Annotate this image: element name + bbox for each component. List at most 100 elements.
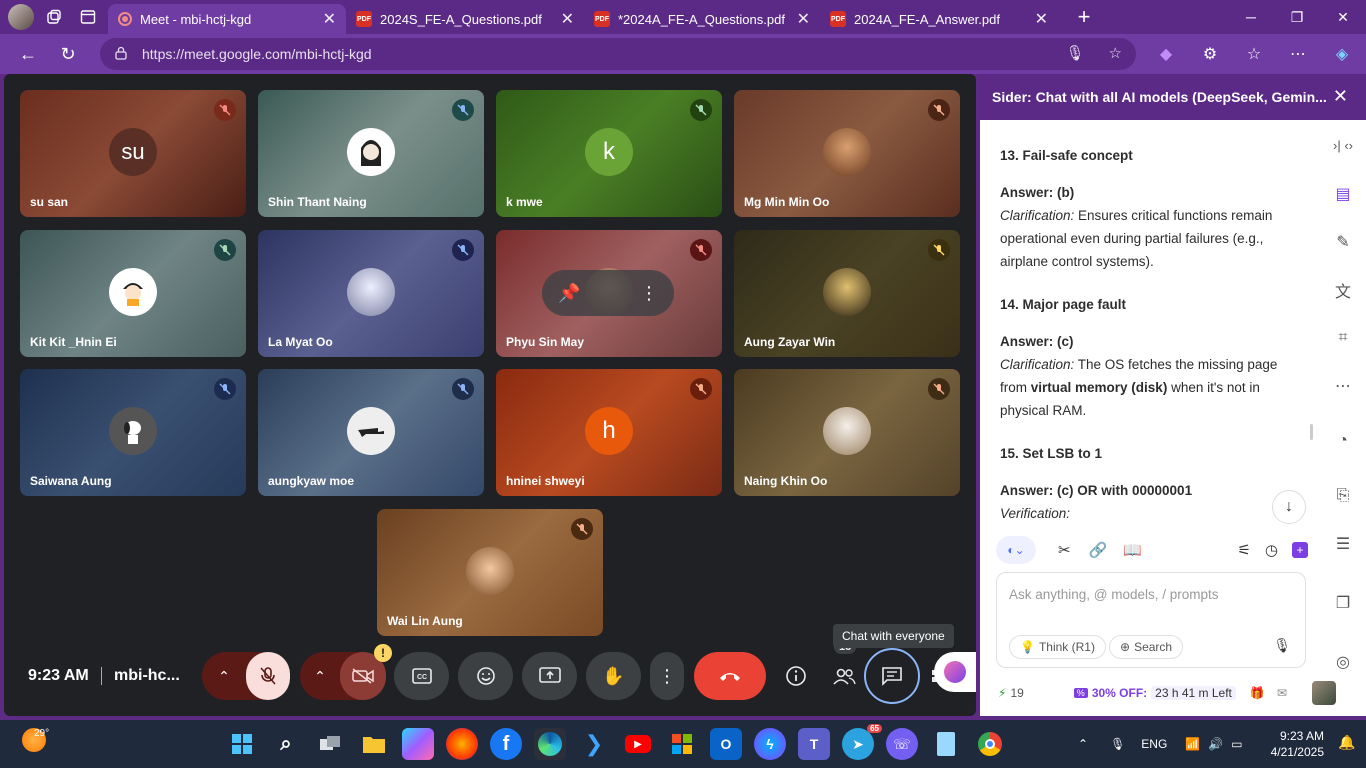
ocr-scan-icon[interactable]: ⌗ [1320, 314, 1366, 362]
captions-button[interactable]: CC [394, 652, 449, 700]
show-hidden-icons[interactable]: ⌃ [1078, 737, 1088, 751]
profile-avatar[interactable] [8, 4, 34, 30]
close-window-icon[interactable]: ✕ [1320, 0, 1366, 34]
url-bar[interactable]: https://meet.google.com/mbi-hctj-kgd 🎙 ☆ [100, 38, 1136, 70]
participant-tile[interactable]: su su san [20, 90, 246, 217]
close-icon[interactable]: ✕ [1035, 9, 1048, 29]
battery-icon[interactable]: ▭ [1231, 737, 1242, 751]
chat-icon[interactable]: ▤ [1320, 170, 1366, 218]
leave-call-button[interactable] [694, 652, 766, 700]
close-icon[interactable]: ✕ [1333, 86, 1348, 107]
volume-icon[interactable]: 🔊 [1208, 737, 1223, 751]
mic-options-chevron-icon[interactable]: ⌃ [202, 668, 246, 685]
participant-tile[interactable]: Aung Zayar Win [734, 230, 960, 357]
new-tab-button[interactable]: + [1068, 4, 1100, 30]
participant-tile[interactable]: 📌 ⋮ Phyu Sin May [496, 230, 722, 357]
participant-tile[interactable]: Kit Kit _Hnin Ei [20, 230, 246, 357]
close-icon[interactable]: ✕ [323, 9, 336, 29]
favorites-icon[interactable]: ☆ [1240, 38, 1268, 70]
refresh-icon[interactable]: ↻ [48, 38, 88, 70]
notepad-icon[interactable] [930, 728, 962, 760]
favorite-star-icon[interactable]: ☆ [1109, 44, 1122, 62]
copilot-icon[interactable]: ◈ [1328, 38, 1356, 70]
message-icon[interactable]: ✉ [1277, 686, 1287, 700]
language-indicator[interactable]: ENG [1141, 737, 1167, 751]
start-windows-icon[interactable] [226, 728, 258, 760]
copy-icon[interactable]: ❐ [1320, 568, 1366, 638]
meeting-details-button[interactable] [778, 652, 814, 700]
task-view-icon[interactable] [314, 728, 346, 760]
unmute-button[interactable] [246, 652, 290, 700]
dashboard-icon[interactable]: ◔ [1320, 410, 1366, 472]
participant-tile[interactable]: Mg Min Min Oo [734, 90, 960, 217]
participant-tile[interactable]: Naing Khin Oo [734, 369, 960, 496]
copilot-app-icon[interactable] [402, 728, 434, 760]
tab-pdf-2[interactable]: PDF *2024A_FE-A_Questions.pdf ✕ [584, 4, 820, 34]
close-icon[interactable]: ✕ [797, 9, 810, 29]
chrome-icon[interactable] [974, 728, 1006, 760]
camera-button[interactable]: ! [340, 644, 392, 700]
tab-meet[interactable]: Meet - mbi-hctj-kgd ✕ [108, 4, 346, 94]
more-menu-icon[interactable]: ⋯ [1284, 38, 1312, 70]
think-toggle[interactable]: 💡 Think (R1) [1009, 635, 1106, 659]
viber-icon[interactable]: ☏ [886, 728, 918, 760]
mic-tray-icon[interactable]: 🎙 [1110, 737, 1125, 751]
lock-icon[interactable] [114, 46, 128, 63]
model-selector-button[interactable]: ◐⌄ [996, 536, 1036, 564]
participant-tile[interactable]: Wai Lin Aung [377, 509, 603, 636]
history-icon[interactable]: ◷ [1265, 541, 1278, 559]
camera-options-chevron-icon[interactable]: ⌃ [300, 668, 340, 685]
raise-hand-button[interactable]: ✋ [586, 652, 641, 700]
new-chat-icon[interactable]: + [1292, 542, 1308, 558]
extensions-icon[interactable]: ⚙ [1196, 38, 1224, 70]
vscode-icon[interactable]: ❯ [578, 728, 610, 760]
search-toggle[interactable]: ⊕ Search [1109, 635, 1184, 659]
more-options-icon[interactable]: ⋮ [640, 283, 658, 304]
participant-tile[interactable]: Saiwana Aung [20, 369, 246, 496]
voice-input-icon[interactable]: 🎙 [1273, 637, 1291, 654]
outlook-icon[interactable]: O [710, 728, 742, 760]
teams-icon[interactable]: T [798, 728, 830, 760]
chat-button[interactable] [864, 648, 920, 704]
participant-tile[interactable]: aungkyaw moe [258, 369, 484, 496]
tab-pdf-3[interactable]: PDF 2024A_FE-A_Answer.pdf ✕ [820, 4, 1058, 34]
participant-tile[interactable]: h hninei shweyi [496, 369, 722, 496]
wifi-icon[interactable]: 📶 [1185, 737, 1200, 751]
toggle-panel-icon[interactable]: ›| ‹› [1320, 120, 1366, 170]
attachment-icon[interactable]: 🔗 [1089, 541, 1108, 559]
sliders-icon[interactable]: ⚟ [1237, 541, 1250, 559]
workspaces-icon[interactable] [40, 3, 68, 31]
notifications-bell-icon[interactable]: 🔔 [1338, 734, 1355, 751]
gift-icon[interactable]: 🎁 [1250, 686, 1265, 700]
people-button[interactable]: 13 [826, 640, 862, 700]
back-arrow-icon[interactable]: ← [8, 38, 48, 70]
pin-icon[interactable]: 📌 [558, 283, 580, 304]
clock[interactable]: 9:23 AM 4/21/2025 [1268, 728, 1324, 760]
scroll-down-button[interactable]: ↓ [1272, 490, 1306, 524]
scrollbar-thumb[interactable] [1310, 424, 1313, 440]
translate-icon[interactable]: 文 [1320, 266, 1366, 314]
settings-icon[interactable]: ◎ [1320, 638, 1366, 686]
store-icon[interactable] [666, 728, 698, 760]
more-tools-icon[interactable]: ⋯ [1320, 362, 1366, 410]
edge-icon[interactable] [534, 728, 566, 760]
microphone-icon[interactable]: 🎙 [1066, 44, 1085, 62]
emoji-reaction-button[interactable] [458, 652, 513, 700]
book-icon[interactable]: 📖 [1123, 541, 1142, 559]
participant-tile[interactable]: k k mwe [496, 90, 722, 217]
close-icon[interactable]: ✕ [561, 9, 574, 29]
search-icon[interactable]: ⌕ [270, 728, 302, 760]
user-avatar[interactable] [1312, 681, 1336, 705]
restore-icon[interactable]: ❐ [1274, 0, 1320, 34]
copilot-extension-icon[interactable]: ◆ [1152, 38, 1180, 70]
tab-actions-icon[interactable] [74, 3, 102, 31]
sider-floating-icon[interactable] [934, 652, 976, 692]
scissors-icon[interactable]: ✂ [1058, 541, 1071, 559]
facebook-icon[interactable]: f [490, 728, 522, 760]
more-options-button[interactable]: ⋮ [650, 652, 684, 700]
participant-tile[interactable]: Shin Thant Naing [258, 90, 484, 217]
tab-pdf-1[interactable]: PDF 2024S_FE-A_Questions.pdf ✕ [346, 4, 584, 34]
write-icon[interactable]: ✎ [1320, 218, 1366, 266]
present-screen-button[interactable] [522, 652, 577, 700]
firefox-icon[interactable] [446, 728, 478, 760]
